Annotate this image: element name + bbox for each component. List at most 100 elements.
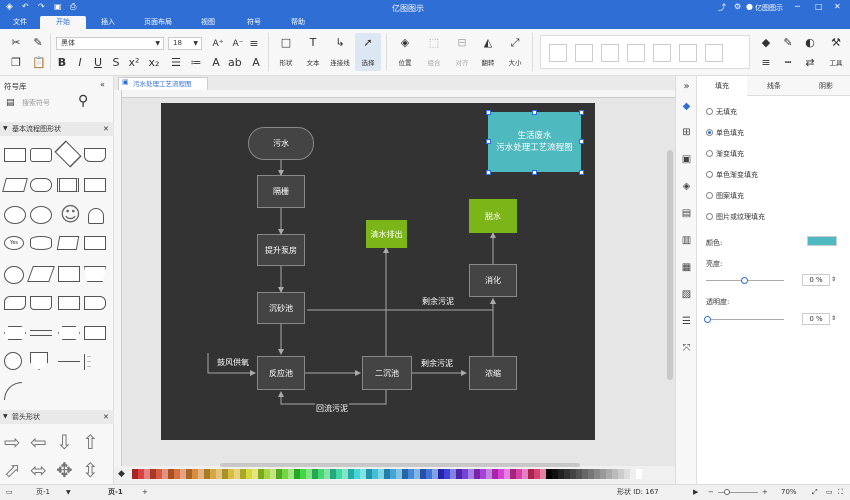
- palette-swatches[interactable]: [132, 469, 672, 479]
- grid-icon[interactable]: ⊞: [680, 126, 693, 139]
- style-swatch[interactable]: [705, 44, 723, 62]
- selection-handle[interactable]: [579, 170, 584, 175]
- shape-tool-icon[interactable]: □: [280, 37, 292, 49]
- label-excess-sludge-bottom[interactable]: 剩余污泥: [420, 358, 454, 369]
- strikethrough-icon[interactable]: S: [110, 57, 122, 69]
- selection-handle[interactable]: [486, 139, 491, 144]
- chart-icon[interactable]: ▥: [680, 234, 693, 247]
- selection-handle[interactable]: [532, 110, 537, 115]
- label-return-sludge[interactable]: 回流污泥: [315, 403, 349, 414]
- shape-parallel[interactable]: [30, 330, 52, 336]
- shape-manual-op[interactable]: [84, 266, 106, 282]
- tab-home[interactable]: 开始: [40, 16, 86, 29]
- flip-button[interactable]: 翻转: [473, 57, 503, 67]
- table-icon[interactable]: ▦: [680, 261, 693, 274]
- tools-button[interactable]: 工具: [821, 57, 850, 67]
- close-icon[interactable]: ✕: [834, 2, 841, 11]
- fit-width-icon[interactable]: ▭: [826, 485, 833, 500]
- node-pump-room[interactable]: 提升泵房: [257, 234, 305, 266]
- diagram-title-box[interactable]: 生活废水 污水处理工艺流程图: [488, 112, 581, 172]
- layers-icon[interactable]: ◈: [680, 180, 693, 193]
- label-blower-aeration[interactable]: 鼓风供氧: [216, 357, 250, 368]
- flip-icon[interactable]: ◭: [482, 37, 494, 49]
- fill-bucket-icon[interactable]: ◆: [118, 469, 125, 479]
- italic-icon[interactable]: I: [74, 57, 86, 69]
- shape-hexagon[interactable]: [58, 326, 80, 340]
- play-icon[interactable]: ▶: [693, 485, 698, 500]
- node-thickening[interactable]: 浓缩: [469, 356, 517, 390]
- numbered-list-icon[interactable]: ≔: [190, 57, 202, 69]
- arrow-double-shape-icon[interactable]: ⬄: [30, 458, 47, 482]
- tab-symbols[interactable]: 符号: [238, 16, 270, 29]
- add-page-icon[interactable]: +: [142, 485, 148, 500]
- tab-view[interactable]: 视图: [192, 16, 224, 29]
- shape-alt-process[interactable]: [30, 148, 52, 162]
- radio-solid-fill[interactable]: [706, 129, 713, 136]
- node-dewatering[interactable]: 脱水: [469, 199, 517, 233]
- position-icon[interactable]: ◈: [399, 37, 411, 49]
- settings-icon[interactable]: ⚙: [734, 2, 741, 11]
- shape-annotation[interactable]: — — —: [84, 354, 104, 370]
- position-button[interactable]: 位置: [390, 57, 420, 67]
- line-dash-icon[interactable]: ┅: [782, 57, 794, 69]
- shape-data[interactable]: [2, 178, 28, 192]
- maximize-icon[interactable]: □: [815, 2, 823, 11]
- fit-page-icon[interactable]: ⤢: [812, 485, 818, 500]
- style-swatch[interactable]: [627, 44, 645, 62]
- fullscreen-icon[interactable]: ⤧: [680, 342, 693, 355]
- fill-icon[interactable]: ◆: [680, 100, 693, 113]
- collapse-icon[interactable]: «: [100, 80, 105, 89]
- align-icon[interactable]: ≡: [248, 38, 260, 50]
- zoom-out-icon[interactable]: −: [708, 485, 714, 500]
- avatar[interactable]: ●: [746, 2, 753, 11]
- tab-page-layout[interactable]: 页面布局: [138, 16, 178, 29]
- group-button[interactable]: 组合: [419, 57, 449, 67]
- page-list-icon[interactable]: ▭: [6, 485, 13, 500]
- format-icon[interactable]: ☰: [680, 315, 693, 328]
- section-basic-flowchart[interactable]: 基本流程图形状: [0, 122, 114, 136]
- shape-manual-input[interactable]: [56, 236, 80, 250]
- shape-button[interactable]: 形状: [271, 57, 301, 67]
- person-icon[interactable]: ☺: [60, 202, 81, 226]
- shape-card[interactable]: [27, 266, 55, 282]
- color-swatch[interactable]: [807, 236, 837, 246]
- list-icon[interactable]: ☰: [170, 57, 182, 69]
- radio-picture-fill[interactable]: [706, 213, 713, 220]
- shape-decision[interactable]: [54, 140, 82, 168]
- shape-document[interactable]: [84, 148, 106, 162]
- arrow-left-shape-icon[interactable]: ⇦: [30, 430, 47, 454]
- selection-handle[interactable]: [579, 139, 584, 144]
- font-size-select[interactable]: 18 ▼: [168, 37, 202, 50]
- node-digestion[interactable]: 消化: [469, 264, 517, 297]
- selection-handle[interactable]: [579, 110, 584, 115]
- radio-pattern-fill[interactable]: [706, 192, 713, 199]
- page-icon[interactable]: ▤: [680, 207, 693, 220]
- palette-swatch[interactable]: [636, 469, 642, 479]
- zoom-slider-thumb[interactable]: [724, 489, 730, 495]
- section-arrows[interactable]: 箭头形状: [0, 410, 114, 424]
- arrow-vertical-shape-icon[interactable]: ⇳: [82, 458, 99, 482]
- group-icon[interactable]: ⬚: [428, 37, 440, 49]
- cut-icon[interactable]: ✂: [10, 37, 22, 49]
- node-sewage[interactable]: 污水: [248, 127, 314, 160]
- diagram-page[interactable]: 污水 隔栅 提升泵房 沉砂池 反应池 二沉池 浓缩 消化 脱水 清水排出 生活废…: [161, 103, 595, 440]
- select-tool-icon[interactable]: ➚: [362, 37, 374, 49]
- copy-icon[interactable]: ❐: [10, 57, 22, 69]
- radio-no-fill[interactable]: [706, 108, 713, 115]
- arrow-right-shape-icon[interactable]: ⇨: [4, 430, 21, 454]
- style-swatch[interactable]: [679, 44, 697, 62]
- size-button[interactable]: 大小: [500, 57, 530, 67]
- stepper-icon[interactable]: ⇕: [831, 276, 836, 283]
- line-color-icon[interactable]: ✎: [782, 37, 794, 49]
- text-case-icon[interactable]: ab: [228, 57, 242, 69]
- fill-bucket-icon[interactable]: ◆: [760, 37, 772, 49]
- style-swatch[interactable]: [601, 44, 619, 62]
- connector-button[interactable]: 连接线: [325, 57, 355, 67]
- search-input[interactable]: 搜索符号: [22, 96, 78, 110]
- node-secondary-clarifier[interactable]: 二沉池: [362, 356, 412, 390]
- transparency-slider-track[interactable]: [706, 319, 784, 320]
- shape-ellipse[interactable]: [30, 206, 52, 224]
- select-button[interactable]: 选择: [353, 57, 383, 67]
- align-objects-icon[interactable]: ⊟: [456, 37, 468, 49]
- shadow-icon[interactable]: ◐: [804, 37, 816, 49]
